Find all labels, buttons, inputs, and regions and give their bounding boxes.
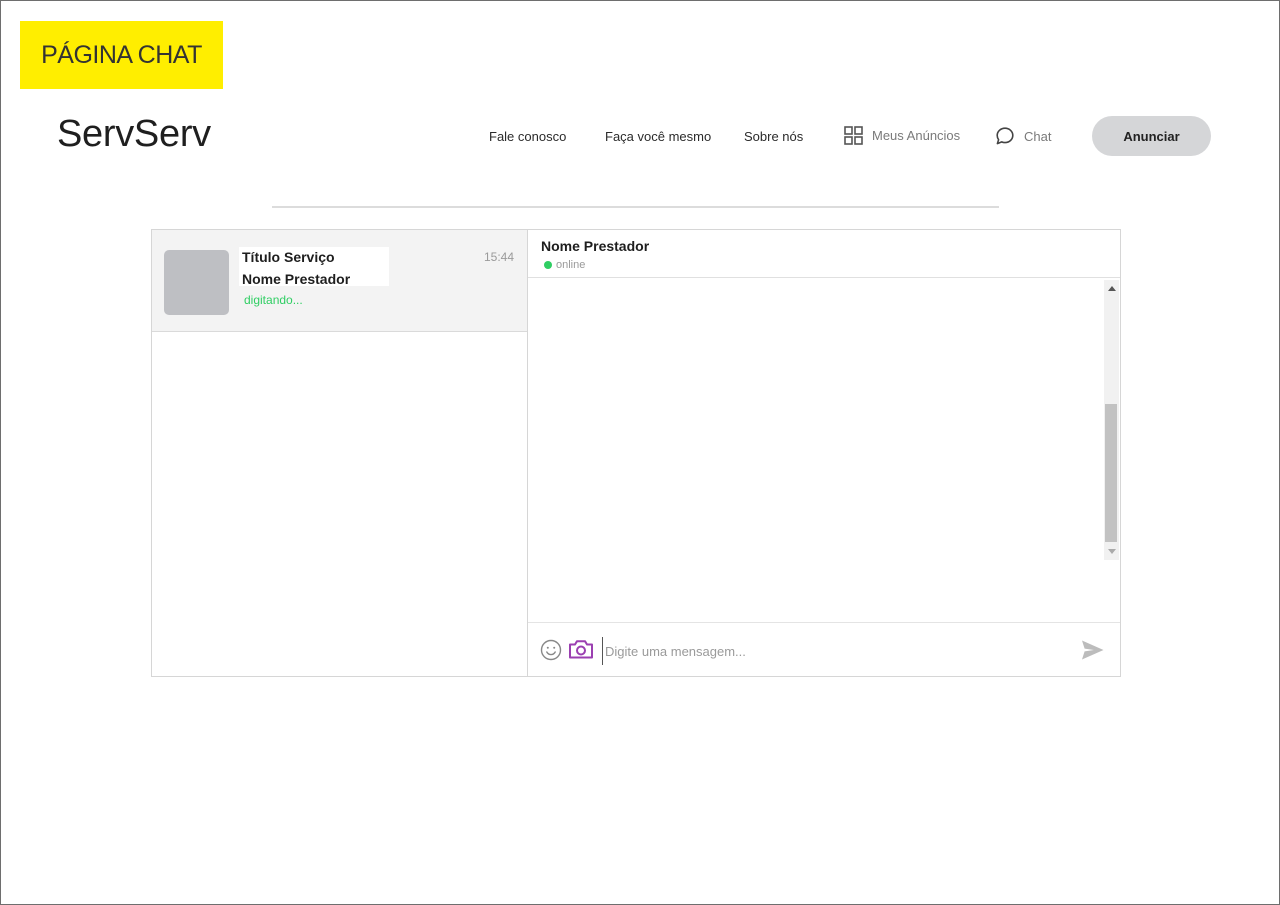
page-label: PÁGINA CHAT (20, 21, 223, 89)
nav-chat-label: Chat (1024, 128, 1052, 144)
chat-contact-name: Nome Prestador (541, 238, 650, 254)
conversation-list: Título Serviço Nome Prestador digitando.… (151, 229, 528, 677)
chat-bubble-icon (995, 126, 1015, 146)
presence-label: online (556, 259, 586, 271)
anunciar-button[interactable]: Anunciar (1092, 116, 1211, 156)
online-dot-icon (544, 261, 552, 269)
conversation-title: Título Serviço (242, 249, 335, 265)
nav-meus-anuncios-label: Meus Anúncios (872, 128, 961, 143)
camera-icon[interactable] (568, 638, 594, 665)
conversation-item[interactable]: Título Serviço Nome Prestador digitando.… (152, 230, 527, 332)
send-icon[interactable] (1081, 639, 1105, 666)
nav-chat[interactable]: Chat (995, 126, 1051, 146)
grid-icon (844, 126, 863, 145)
message-input[interactable] (602, 637, 1067, 665)
header-divider (272, 206, 999, 208)
message-composer (528, 622, 1120, 677)
conversation-provider-name: Nome Prestador (242, 271, 351, 287)
scroll-down-arrow-icon[interactable] (1108, 549, 1116, 554)
scroll-up-arrow-icon[interactable] (1108, 286, 1116, 291)
typing-status: digitando... (244, 293, 303, 307)
smiley-icon[interactable] (540, 639, 562, 666)
brand-logo[interactable]: ServServ (57, 113, 211, 156)
conversation-time: 15:44 (484, 250, 515, 264)
scrollbar-thumb[interactable] (1105, 404, 1117, 542)
chat-header: Nome Prestador online (528, 230, 1120, 278)
messages-area[interactable] (528, 278, 1120, 622)
nav-meus-anuncios[interactable]: Meus Anúncios (844, 126, 960, 145)
chat-window: Nome Prestador online (527, 229, 1121, 677)
nav-faca-voce-mesmo[interactable]: Faça você mesmo (605, 129, 711, 144)
avatar (164, 250, 229, 315)
nav-sobre-nos[interactable]: Sobre nós (744, 129, 803, 144)
messages-scrollbar[interactable] (1104, 280, 1119, 560)
presence-status: online (544, 259, 585, 271)
nav-fale-conosco[interactable]: Fale conosco (489, 129, 566, 144)
